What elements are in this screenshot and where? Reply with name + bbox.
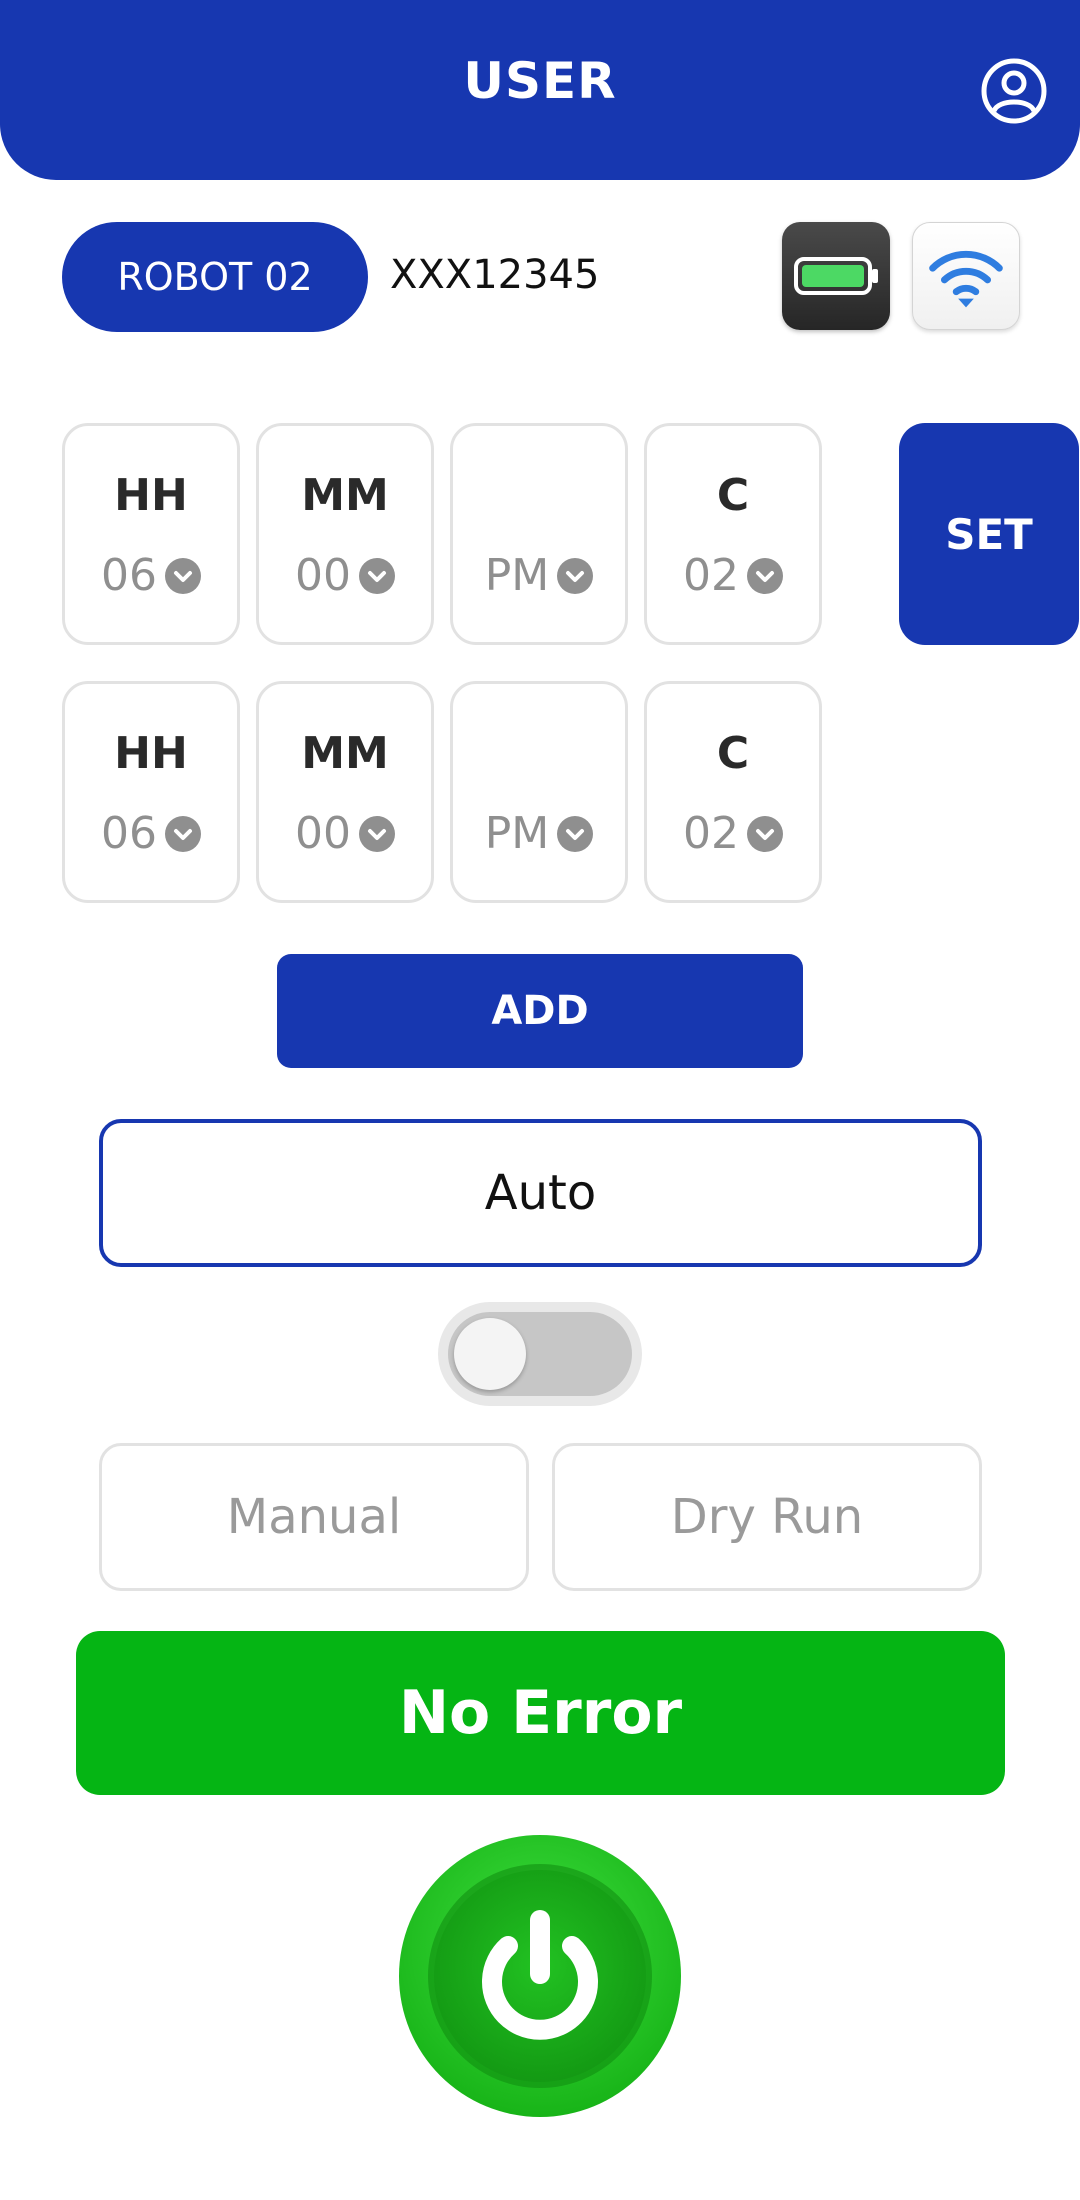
chevron-down-icon xyxy=(557,815,594,852)
hour-label: HH xyxy=(114,470,188,521)
wifi-icon xyxy=(929,250,1003,308)
hour-value: 06 xyxy=(101,550,157,601)
power-icon[interactable] xyxy=(398,1834,682,2118)
mode-toggle[interactable] xyxy=(438,1302,642,1406)
page-title: USER xyxy=(463,52,617,110)
count-selector[interactable]: C 02 xyxy=(644,681,822,903)
count-value: 02 xyxy=(683,808,739,859)
chevron-down-icon xyxy=(747,815,783,852)
period-value: PM xyxy=(484,808,550,859)
manual-button[interactable]: Manual xyxy=(99,1443,529,1591)
wifi-status xyxy=(912,222,1020,330)
chevron-down-icon xyxy=(359,557,395,594)
minute-label: MM xyxy=(301,470,389,521)
mode-selector[interactable]: Auto xyxy=(99,1119,982,1267)
toggle-knob xyxy=(454,1318,526,1390)
hour-selector[interactable]: HH 06 xyxy=(62,681,240,903)
battery-full-icon xyxy=(794,257,878,295)
count-selector[interactable]: C 02 xyxy=(644,423,822,645)
minute-value: 00 xyxy=(295,808,351,859)
dry-run-button[interactable]: Dry Run xyxy=(552,1443,982,1591)
set-button[interactable]: SET xyxy=(899,423,1079,645)
robot-selector-button[interactable]: ROBOT 02 xyxy=(62,222,368,332)
chevron-down-icon xyxy=(557,557,594,594)
app-header: USER xyxy=(0,0,1080,180)
add-button[interactable]: ADD xyxy=(277,954,803,1068)
chevron-down-icon xyxy=(747,557,783,594)
count-label: C xyxy=(716,470,750,521)
status-banner: No Error xyxy=(76,1631,1005,1795)
period-selector[interactable]: PM xyxy=(450,423,628,645)
battery-status xyxy=(782,222,890,330)
serial-number: XXX12345 xyxy=(390,252,600,298)
minute-value: 00 xyxy=(295,550,351,601)
count-value: 02 xyxy=(683,550,739,601)
user-circle-icon[interactable] xyxy=(980,57,1048,125)
minute-selector[interactable]: MM 00 xyxy=(256,681,434,903)
hour-value: 06 xyxy=(101,808,157,859)
period-value: PM xyxy=(484,550,550,601)
minute-selector[interactable]: MM 00 xyxy=(256,423,434,645)
chevron-down-icon xyxy=(359,815,395,852)
count-label: C xyxy=(716,728,750,779)
period-selector[interactable]: PM xyxy=(450,681,628,903)
minute-label: MM xyxy=(301,728,389,779)
schedule-row-1: HH 06 MM 00 PM C 02 SET xyxy=(62,423,1079,645)
schedule-row-2: HH 06 MM 00 PM C 02 xyxy=(62,681,1022,903)
hour-label: HH xyxy=(114,728,188,779)
chevron-down-icon xyxy=(165,557,201,594)
chevron-down-icon xyxy=(165,815,201,852)
hour-selector[interactable]: HH 06 xyxy=(62,423,240,645)
